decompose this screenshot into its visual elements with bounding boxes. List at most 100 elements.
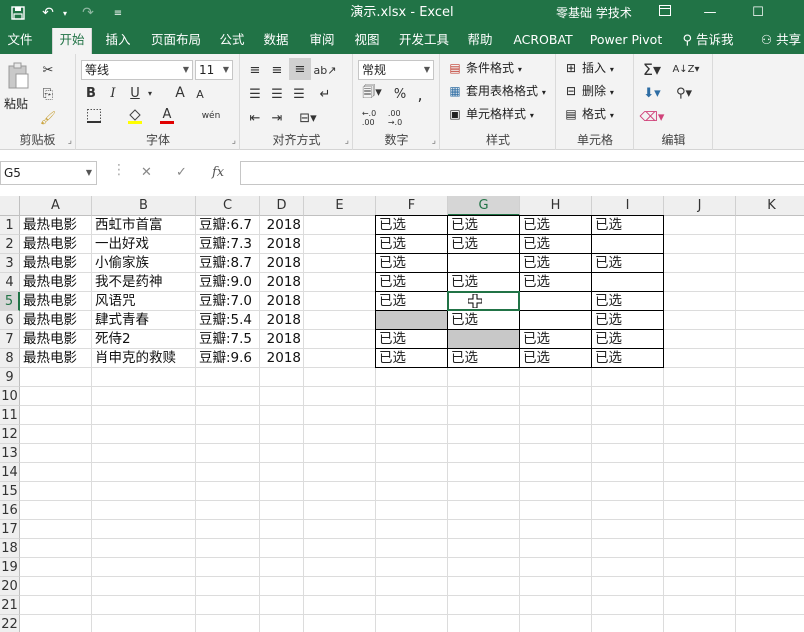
selection-cell[interactable]: 已选 (591, 215, 664, 235)
borders-icon[interactable] (83, 106, 105, 126)
row-header[interactable]: 20 (0, 577, 20, 596)
column-header[interactable]: J (664, 196, 736, 216)
percent-style-button[interactable]: % (392, 84, 408, 104)
row-header[interactable]: 21 (0, 596, 20, 615)
launcher-icon[interactable]: ⌟ (432, 136, 436, 146)
tab-home[interactable]: 开始 (52, 28, 92, 54)
column-header[interactable]: D (260, 196, 304, 216)
underline-button[interactable]: U (127, 84, 143, 102)
align-top-icon[interactable]: ≡ (245, 60, 265, 80)
font-shrink-button[interactable]: A (193, 86, 207, 102)
table-cell[interactable]: 豆瓣:5.4 (196, 311, 260, 330)
column-header[interactable]: A (20, 196, 92, 216)
table-cell[interactable]: 风语咒 (92, 292, 196, 311)
cell-styles-button[interactable]: ▣ 单元格样式 ▾ (447, 104, 534, 126)
row-header[interactable]: 13 (0, 444, 20, 463)
row-header[interactable]: 12 (0, 425, 20, 444)
align-left-icon[interactable]: ☰ (245, 84, 265, 104)
table-cell[interactable]: 我不是药神 (92, 273, 196, 292)
align-center-icon[interactable]: ☰ (267, 84, 287, 104)
row-header[interactable]: 14 (0, 463, 20, 482)
paste-icon[interactable] (4, 60, 32, 92)
drag-handle[interactable]: ⋮ (112, 162, 126, 178)
column-header[interactable]: H (520, 196, 592, 216)
format-cells-button[interactable]: ▤ 格式 ▾ (563, 104, 614, 126)
selection-cell[interactable] (591, 234, 664, 254)
table-cell[interactable]: 最热电影 (20, 330, 92, 349)
selection-cell[interactable]: 已选 (519, 272, 592, 292)
selection-cell[interactable] (591, 272, 664, 292)
row-header[interactable]: 4 (0, 273, 20, 292)
table-cell[interactable]: 西虹市首富 (92, 216, 196, 235)
table-cell[interactable]: 2018 (260, 216, 304, 235)
tab-file[interactable]: 文件 (0, 26, 40, 54)
column-header[interactable]: C (196, 196, 260, 216)
selection-cell[interactable] (447, 253, 520, 273)
cut-icon[interactable]: ✂ (38, 60, 58, 80)
selection-cell[interactable]: 已选 (447, 348, 520, 368)
selection-cell[interactable]: 已选 (591, 348, 664, 368)
selection-cell[interactable]: 已选 (519, 234, 592, 254)
table-cell[interactable]: 最热电影 (20, 311, 92, 330)
comma-style-button[interactable]: , (412, 84, 428, 104)
increase-indent-icon[interactable]: ⇥ (267, 108, 287, 128)
table-cell[interactable]: 豆瓣:8.7 (196, 254, 260, 273)
table-cell[interactable]: 肆式青春 (92, 311, 196, 330)
selection-cell[interactable]: 已选 (375, 253, 448, 273)
selection-cell[interactable] (519, 310, 592, 330)
selection-cell[interactable]: 已选 (375, 329, 448, 349)
tab-help[interactable]: 帮助 (462, 26, 498, 54)
tab-formulas[interactable]: 公式 (214, 26, 250, 54)
selection-cell[interactable]: 已选 (591, 253, 664, 273)
launcher-icon[interactable]: ⌟ (345, 136, 349, 146)
formula-input[interactable] (240, 161, 804, 185)
selection-cell[interactable] (375, 310, 448, 330)
table-cell[interactable]: 最热电影 (20, 254, 92, 273)
selection-cell[interactable]: 已选 (519, 215, 592, 235)
table-cell[interactable]: 死侍2 (92, 330, 196, 349)
selection-cell[interactable]: 已选 (519, 348, 592, 368)
column-header[interactable]: G (448, 196, 520, 216)
wrap-text-icon[interactable]: ↵ (315, 84, 335, 104)
font-size-select[interactable]: 11 ▼ (195, 60, 233, 80)
column-header[interactable]: I (592, 196, 664, 216)
tab-page-layout[interactable]: 页面布局 (146, 26, 206, 54)
decrease-indent-icon[interactable]: ⇤ (245, 108, 265, 128)
table-cell[interactable]: 豆瓣:7.5 (196, 330, 260, 349)
align-bottom-icon[interactable]: ≡ (289, 58, 311, 80)
table-cell[interactable]: 最热电影 (20, 273, 92, 292)
row-header[interactable]: 11 (0, 406, 20, 425)
row-header[interactable]: 5 (0, 292, 20, 311)
selection-cell[interactable]: 已选 (447, 310, 520, 330)
selection-cell[interactable]: 已选 (591, 291, 664, 311)
autosum-icon[interactable]: Σ▾ (639, 58, 665, 80)
row-header[interactable]: 16 (0, 501, 20, 520)
table-cell[interactable]: 最热电影 (20, 235, 92, 254)
selection-cell[interactable]: 已选 (447, 234, 520, 254)
italic-button[interactable]: I (105, 84, 121, 102)
align-middle-icon[interactable]: ≡ (267, 60, 287, 80)
selection-cell[interactable]: 已选 (447, 272, 520, 292)
table-cell[interactable]: 豆瓣:7.0 (196, 292, 260, 311)
tab-insert[interactable]: 插入 (100, 26, 136, 54)
tell-me[interactable]: ⚲ 告诉我 (676, 26, 740, 54)
conditional-formatting-button[interactable]: ▤ 条件格式 ▾ (447, 58, 522, 80)
table-cell[interactable]: 小偷家族 (92, 254, 196, 273)
table-cell[interactable]: 豆瓣:7.3 (196, 235, 260, 254)
row-header[interactable]: 8 (0, 349, 20, 368)
selection-cell[interactable]: 已选 (519, 329, 592, 349)
table-cell[interactable]: 2018 (260, 235, 304, 254)
worksheet-grid[interactable]: ABCDEFGHIJK 1 2 3 4 5 6 7 8 9 10 11 12 13 14 15 16 17 18 1… (0, 196, 804, 632)
column-header[interactable]: B (92, 196, 196, 216)
accounting-format-icon[interactable]: 🗐▾ (358, 84, 386, 104)
tab-power-pivot[interactable]: Power Pivot (588, 26, 664, 54)
table-cell[interactable]: 最热电影 (20, 349, 92, 368)
table-cell[interactable]: 豆瓣:9.6 (196, 349, 260, 368)
table-cell[interactable]: 2018 (260, 349, 304, 368)
table-cell[interactable]: 2018 (260, 254, 304, 273)
launcher-icon[interactable]: ⌟ (232, 136, 236, 146)
selection-cell[interactable]: 已选 (375, 348, 448, 368)
column-header[interactable]: K (736, 196, 804, 216)
table-cell[interactable]: 最热电影 (20, 216, 92, 235)
number-format-select[interactable]: 常规 ▼ (358, 60, 434, 80)
